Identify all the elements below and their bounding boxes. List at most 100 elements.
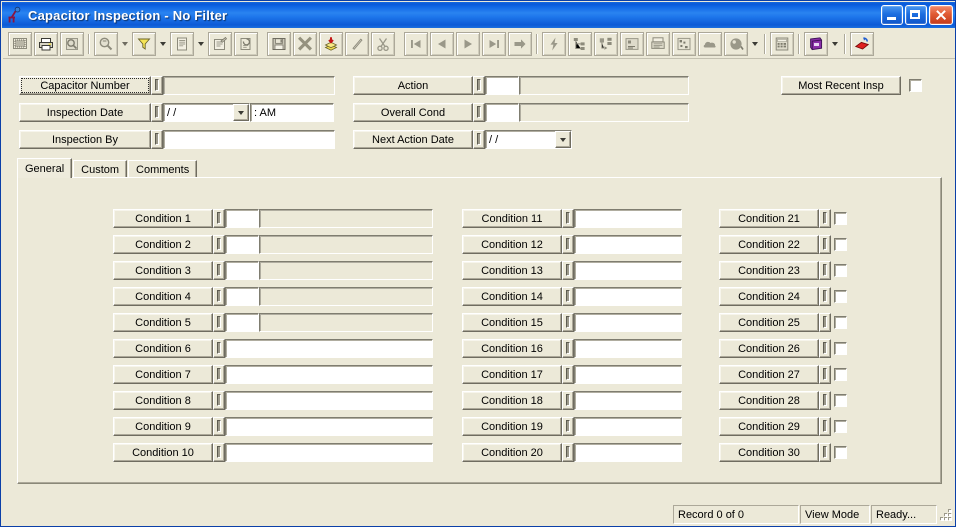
condition-13-input[interactable] xyxy=(574,261,682,280)
condition-27-label-button[interactable]: Condition 27 xyxy=(719,365,819,384)
condition-26-label-button[interactable]: Condition 26 xyxy=(719,339,819,358)
condition-1-lookup-icon[interactable] xyxy=(213,209,225,228)
condition-5-lookup-icon[interactable] xyxy=(213,313,225,332)
condition-11-label-button[interactable]: Condition 11 xyxy=(462,209,562,228)
resize-grip-icon[interactable] xyxy=(939,510,953,524)
calculator-icon[interactable] xyxy=(770,31,794,56)
condition-21-label-button[interactable]: Condition 21 xyxy=(719,209,819,228)
next-action-date-dropdown-button[interactable] xyxy=(555,131,571,148)
next-action-date-lookup-icon[interactable] xyxy=(473,130,485,149)
condition-1-code-input[interactable] xyxy=(225,209,259,228)
condition-26-checkbox[interactable] xyxy=(834,342,847,355)
condition-16-lookup-icon[interactable] xyxy=(562,339,574,358)
refresh-icon[interactable] xyxy=(234,31,258,56)
cut-icon[interactable] xyxy=(371,31,395,56)
condition-19-lookup-icon[interactable] xyxy=(562,417,574,436)
next-record-icon[interactable] xyxy=(456,31,480,56)
condition-13-label-button[interactable]: Condition 13 xyxy=(462,261,562,280)
condition-15-lookup-icon[interactable] xyxy=(562,313,574,332)
condition-30-checkbox[interactable] xyxy=(834,446,847,459)
condition-7-label-button[interactable]: Condition 7 xyxy=(113,365,213,384)
condition-14-lookup-icon[interactable] xyxy=(562,287,574,306)
condition-18-lookup-icon[interactable] xyxy=(562,391,574,410)
overall-cond-code-input[interactable] xyxy=(485,103,519,122)
action-code-input[interactable] xyxy=(485,76,519,95)
condition-10-input[interactable] xyxy=(225,443,433,462)
condition-8-label-button[interactable]: Condition 8 xyxy=(113,391,213,410)
condition-28-checkbox[interactable] xyxy=(834,394,847,407)
properties-icon[interactable] xyxy=(208,31,232,56)
overall-cond-label-button[interactable]: Overall Cond xyxy=(353,103,473,122)
screen-icon[interactable] xyxy=(8,31,32,56)
inspection-by-label-button[interactable]: Inspection By xyxy=(19,130,151,149)
condition-6-input[interactable] xyxy=(225,339,433,358)
inspection-date-lookup-icon[interactable] xyxy=(151,103,163,122)
condition-13-lookup-icon[interactable] xyxy=(562,261,574,280)
condition-27-checkbox[interactable] xyxy=(834,368,847,381)
goto-record-icon[interactable] xyxy=(508,31,532,56)
condition-12-lookup-icon[interactable] xyxy=(562,235,574,254)
condition-6-label-button[interactable]: Condition 6 xyxy=(113,339,213,358)
condition-18-input[interactable] xyxy=(574,391,682,410)
condition-21-lookup-icon[interactable] xyxy=(819,209,831,228)
condition-8-input[interactable] xyxy=(225,391,433,410)
inspection-by-lookup-icon[interactable] xyxy=(151,130,163,149)
cloud-icon[interactable] xyxy=(698,31,722,56)
tab-general[interactable]: General xyxy=(17,158,73,178)
next-action-date-label-button[interactable]: Next Action Date xyxy=(353,130,473,149)
condition-11-lookup-icon[interactable] xyxy=(562,209,574,228)
find-dropdown-arrow[interactable] xyxy=(119,32,131,56)
filter-dropdown-arrow[interactable] xyxy=(157,32,169,56)
capacitor-number-label-button[interactable]: Capacitor Number xyxy=(19,76,151,95)
condition-22-lookup-icon[interactable] xyxy=(819,235,831,254)
inspection-by-input[interactable] xyxy=(163,130,335,149)
condition-20-lookup-icon[interactable] xyxy=(562,443,574,462)
next-action-date-input[interactable]: / / xyxy=(485,130,572,149)
book-dropdown-arrow[interactable] xyxy=(829,32,841,56)
action-label-button[interactable]: Action xyxy=(353,76,473,95)
condition-9-label-button[interactable]: Condition 9 xyxy=(113,417,213,436)
condition-23-label-button[interactable]: Condition 23 xyxy=(719,261,819,280)
condition-2-code-input[interactable] xyxy=(225,235,259,254)
condition-17-label-button[interactable]: Condition 17 xyxy=(462,365,562,384)
condition-4-label-button[interactable]: Condition 4 xyxy=(113,287,213,306)
globe-dropdown-arrow[interactable] xyxy=(749,32,761,56)
layout-icon[interactable] xyxy=(594,31,618,56)
most-recent-insp-checkbox[interactable] xyxy=(909,79,922,92)
list-icon[interactable] xyxy=(620,31,644,56)
condition-10-label-button[interactable]: Condition 10 xyxy=(113,443,213,462)
condition-3-code-input[interactable] xyxy=(225,261,259,280)
condition-22-label-button[interactable]: Condition 22 xyxy=(719,235,819,254)
condition-12-input[interactable] xyxy=(574,235,682,254)
condition-9-lookup-icon[interactable] xyxy=(213,417,225,436)
condition-4-code-input[interactable] xyxy=(225,287,259,306)
find-icon[interactable] xyxy=(94,31,118,56)
condition-14-input[interactable] xyxy=(574,287,682,306)
inspection-date-input[interactable]: / / xyxy=(163,103,250,122)
report-dropdown-arrow[interactable] xyxy=(195,32,207,56)
condition-12-label-button[interactable]: Condition 12 xyxy=(462,235,562,254)
condition-2-lookup-icon[interactable] xyxy=(213,235,225,254)
title-bar[interactable]: Capacitor Inspection - No Filter xyxy=(2,2,955,28)
condition-27-lookup-icon[interactable] xyxy=(819,365,831,384)
condition-28-lookup-icon[interactable] xyxy=(819,391,831,410)
condition-5-label-button[interactable]: Condition 5 xyxy=(113,313,213,332)
inspection-time-input[interactable]: : AM xyxy=(250,103,334,122)
condition-21-checkbox[interactable] xyxy=(834,212,847,225)
condition-8-lookup-icon[interactable] xyxy=(213,391,225,410)
condition-17-input[interactable] xyxy=(574,365,682,384)
report-icon[interactable] xyxy=(170,31,194,56)
condition-22-checkbox[interactable] xyxy=(834,238,847,251)
tab-comments[interactable]: Comments xyxy=(128,160,198,178)
condition-19-label-button[interactable]: Condition 19 xyxy=(462,417,562,436)
condition-24-lookup-icon[interactable] xyxy=(819,287,831,306)
condition-19-input[interactable] xyxy=(574,417,682,436)
condition-30-lookup-icon[interactable] xyxy=(819,443,831,462)
condition-15-input[interactable] xyxy=(574,313,682,332)
inspection-date-dropdown-button[interactable] xyxy=(233,104,249,121)
add-record-icon[interactable] xyxy=(319,31,343,56)
condition-14-label-button[interactable]: Condition 14 xyxy=(462,287,562,306)
book-icon[interactable] xyxy=(804,31,828,56)
condition-29-checkbox[interactable] xyxy=(834,420,847,433)
condition-9-input[interactable] xyxy=(225,417,433,436)
